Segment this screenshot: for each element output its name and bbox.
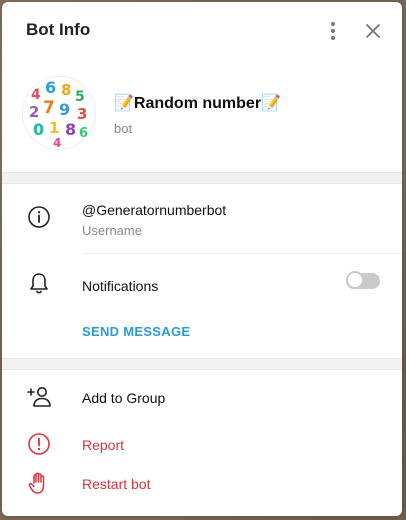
svg-text:9: 9 [59, 100, 70, 119]
svg-text:7: 7 [43, 98, 55, 118]
svg-text:5: 5 [75, 89, 85, 105]
svg-text:1: 1 [49, 119, 59, 137]
username-caption: Username [82, 223, 142, 238]
bot-profile: 4 6 8 5 2 7 9 3 0 1 8 6 4 📝Random number… [2, 64, 402, 170]
bot-info-dialog: Bot Info 4 6 8 5 2 7 9 3 0 1 8 6 4 📝Rand… [2, 2, 402, 516]
add-user-icon [26, 384, 52, 410]
avatar[interactable]: 4 6 8 5 2 7 9 3 0 1 8 6 4 [22, 76, 96, 150]
svg-text:6: 6 [45, 78, 56, 97]
svg-text:0: 0 [33, 120, 44, 139]
svg-text:4: 4 [53, 136, 61, 149]
toggle-knob [346, 271, 364, 289]
hand-stop-icon [26, 470, 52, 496]
report-icon [26, 431, 52, 457]
report-label: Report [82, 437, 125, 453]
bot-name: 📝Random number📝 [114, 95, 281, 112]
restart-bot-label: Restart bot [82, 476, 151, 492]
section-separator [2, 358, 402, 370]
svg-text:6: 6 [79, 126, 88, 141]
row-divider [82, 253, 402, 254]
send-message-button[interactable]: SEND MESSAGE [82, 324, 190, 339]
close-icon[interactable] [360, 18, 386, 44]
dialog-header: Bot Info [2, 2, 402, 60]
bot-type-label: bot [114, 121, 133, 136]
notifications-label: Notifications [82, 278, 159, 294]
svg-text:3: 3 [77, 105, 87, 123]
bell-icon [26, 270, 52, 296]
info-icon [26, 204, 52, 230]
section-separator [2, 172, 402, 184]
notifications-toggle[interactable] [346, 271, 380, 289]
dialog-title: Bot Info [26, 20, 91, 39]
more-vertical-icon[interactable] [320, 18, 346, 44]
svg-text:8: 8 [65, 120, 76, 139]
add-to-group-label: Add to Group [82, 390, 166, 406]
svg-text:2: 2 [29, 103, 39, 121]
bot-username[interactable]: @Generatornumberbot [82, 202, 226, 218]
svg-text:8: 8 [61, 81, 71, 99]
svg-text:4: 4 [31, 87, 41, 103]
